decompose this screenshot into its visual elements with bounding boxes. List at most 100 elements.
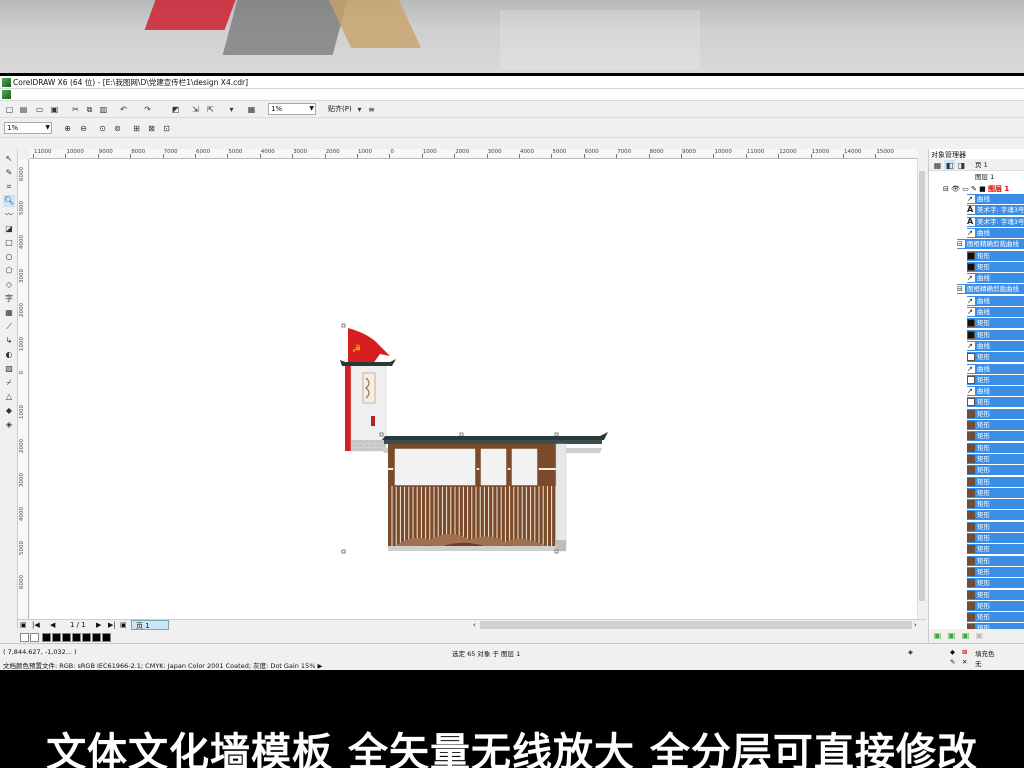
drawing-canvas[interactable]: ☭ [30,159,917,619]
welcome-screen-icon[interactable]: ▦ [246,104,257,115]
object-tree-item[interactable]: ↗ 曲线 [967,307,1024,317]
palette-swatch[interactable] [52,633,61,642]
layer-manager-view-icon[interactable]: ◧ [944,160,955,171]
zoom-page-icon[interactable]: ⊞ [131,123,142,134]
object-tree-item[interactable]: A 美术字: 字魂3号 [967,216,1024,227]
zoom-tool-icon[interactable]: 🔍︎ [3,195,15,207]
scroll-right-icon[interactable]: › [914,621,917,629]
new-layer-icon[interactable]: ▣ [932,630,943,641]
object-tree-item[interactable]: 矩形 [967,431,1024,442]
palette-swatch[interactable] [20,633,29,642]
paste-icon[interactable]: ▥ [98,104,109,115]
layer-row[interactable]: ⊟ 👁︎ ▭ ✎ ■ 图层 1 [943,184,1009,194]
new-from-template-icon[interactable]: ▤ [18,104,29,115]
object-tree-item[interactable]: 矩形 [967,465,1024,476]
object-tree-item[interactable]: 矩形 [967,374,1024,385]
last-page-icon[interactable]: ▶| [108,621,116,629]
object-tree-item[interactable]: 矩形 [967,533,1024,543]
object-tree-item[interactable]: 矩形 [967,566,1024,577]
pick-tool-icon[interactable]: ↖ [3,153,15,165]
text-tool-icon[interactable]: 字 [3,293,15,305]
blend-tool-icon[interactable]: ◐ [3,349,15,361]
object-tree-item[interactable]: ↗ 曲线 [967,295,1024,306]
object-tree-item[interactable]: ↗ 曲线 [967,194,1024,204]
palette-swatch[interactable] [92,633,101,642]
table-tool-icon[interactable]: ▦ [3,307,15,319]
menu-logo-icon[interactable] [2,90,11,99]
object-tree-item[interactable]: 矩形 [967,612,1024,623]
first-page-icon[interactable]: |◀ [32,621,40,629]
object-tree-item[interactable]: ↗ 曲线 [967,273,1024,284]
zoom-out-icon[interactable]: ⊖ [78,123,89,134]
cut-icon[interactable]: ✂ [70,104,81,115]
show-properties-icon[interactable]: ▦ [932,160,943,171]
snap-to-menu[interactable]: 贴齐(P) [328,104,352,114]
search-content-icon[interactable]: ◩ [170,104,181,115]
smart-fill-icon[interactable]: ◪ [3,223,15,235]
object-tree-item[interactable]: ⊟ 图框精确剪裁曲线 [957,239,1024,250]
object-tree-item[interactable]: 矩形 [967,487,1024,498]
object-tree-item[interactable]: 矩形 [967,544,1024,555]
zoom-height-icon[interactable]: ⊡ [161,123,172,134]
copy-icon[interactable]: ⧉ [84,104,95,115]
outline-pen-icon[interactable]: △ [3,391,15,403]
object-tree-item[interactable]: 矩形 [967,261,1024,272]
vertical-scrollbar[interactable] [917,159,926,619]
undo-icon[interactable]: ↶ [118,104,129,115]
palette-swatch[interactable] [62,633,71,642]
object-tree-item[interactable]: ⊟ 图框精确剪裁曲线 [957,284,1024,295]
palette-swatch[interactable] [42,633,51,642]
zoom-all-icon[interactable]: ⊚ [112,123,123,134]
object-tree-item[interactable]: ↗ 曲线 [967,227,1024,238]
new-master-layer-all-icon[interactable]: ▣ [960,630,971,641]
edit-across-layers-icon[interactable]: ◨ [956,160,967,171]
polygon-tool-icon[interactable]: ⬠ [3,265,15,277]
vertical-scroll-thumb[interactable] [919,171,925,601]
transparency-tool-icon[interactable]: ▨ [3,363,15,375]
crop-tool-icon[interactable]: ⌗ [3,181,15,193]
object-tree-item[interactable]: 矩形 [967,397,1024,408]
import-icon[interactable]: ⇲ [190,104,201,115]
save-icon[interactable]: ▣ [49,104,60,115]
export-icon[interactable]: ⇱ [205,104,216,115]
zoom-select[interactable]: 1% ▼ [4,122,52,134]
object-tree-item[interactable]: 矩形 [967,442,1024,453]
object-tree-item[interactable]: 矩形 [967,352,1024,363]
palette-swatch[interactable] [102,633,111,642]
open-icon[interactable]: ▭ [34,104,45,115]
add-page-after-icon[interactable]: ▣ [120,621,127,629]
dimension-tool-icon[interactable]: ⟋ [3,321,15,333]
palette-swatch[interactable] [72,633,81,642]
object-tree-item[interactable]: ↗ 曲线 [967,340,1024,351]
scroll-left-icon[interactable]: ‹ [473,621,476,629]
add-page-icon[interactable]: ▣ [20,621,27,629]
object-tree-item[interactable]: 矩形 [967,250,1024,261]
fill-tool-icon[interactable]: ◆ [3,405,15,417]
object-tree-item[interactable]: 矩形 [967,589,1024,600]
horizontal-scrollbar[interactable] [480,621,912,629]
object-tree-item[interactable]: 矩形 [967,318,1024,329]
object-tree-item[interactable]: 矩形 [967,578,1024,589]
shape-tool-icon[interactable]: ✎ [3,167,15,179]
interactive-fill-icon[interactable]: ◈ [3,419,15,431]
no-color-swatch[interactable] [30,633,39,642]
object-tree-item[interactable]: 矩形 [967,510,1024,521]
page-tab[interactable]: 页 1 [131,620,169,630]
zoom-width-icon[interactable]: ⊠ [146,123,157,134]
object-tree-item[interactable]: 矩形 [967,600,1024,611]
chevron-down-icon[interactable]: ▾ [354,104,365,115]
object-tree-item[interactable]: 矩形 [967,521,1024,532]
object-tree-item[interactable]: 矩形 [967,555,1024,566]
redo-icon[interactable]: ↷ [142,104,153,115]
object-tree-item[interactable]: 矩形 [967,420,1024,430]
options-icon[interactable]: ≡ [366,104,377,115]
new-icon[interactable]: ▢ [4,104,15,115]
object-tree-item[interactable]: ↗ 曲线 [967,363,1024,374]
object-tree-item[interactable]: 矩形 [967,408,1024,419]
eyedropper-icon[interactable]: ⌿ [3,377,15,389]
basic-shapes-icon[interactable]: ◇ [3,279,15,291]
object-tree-item[interactable]: 矩形 [967,499,1024,510]
rectangle-tool-icon[interactable]: □ [3,237,15,249]
ellipse-tool-icon[interactable]: ○ [3,251,15,263]
connector-tool-icon[interactable]: ↳ [3,335,15,347]
